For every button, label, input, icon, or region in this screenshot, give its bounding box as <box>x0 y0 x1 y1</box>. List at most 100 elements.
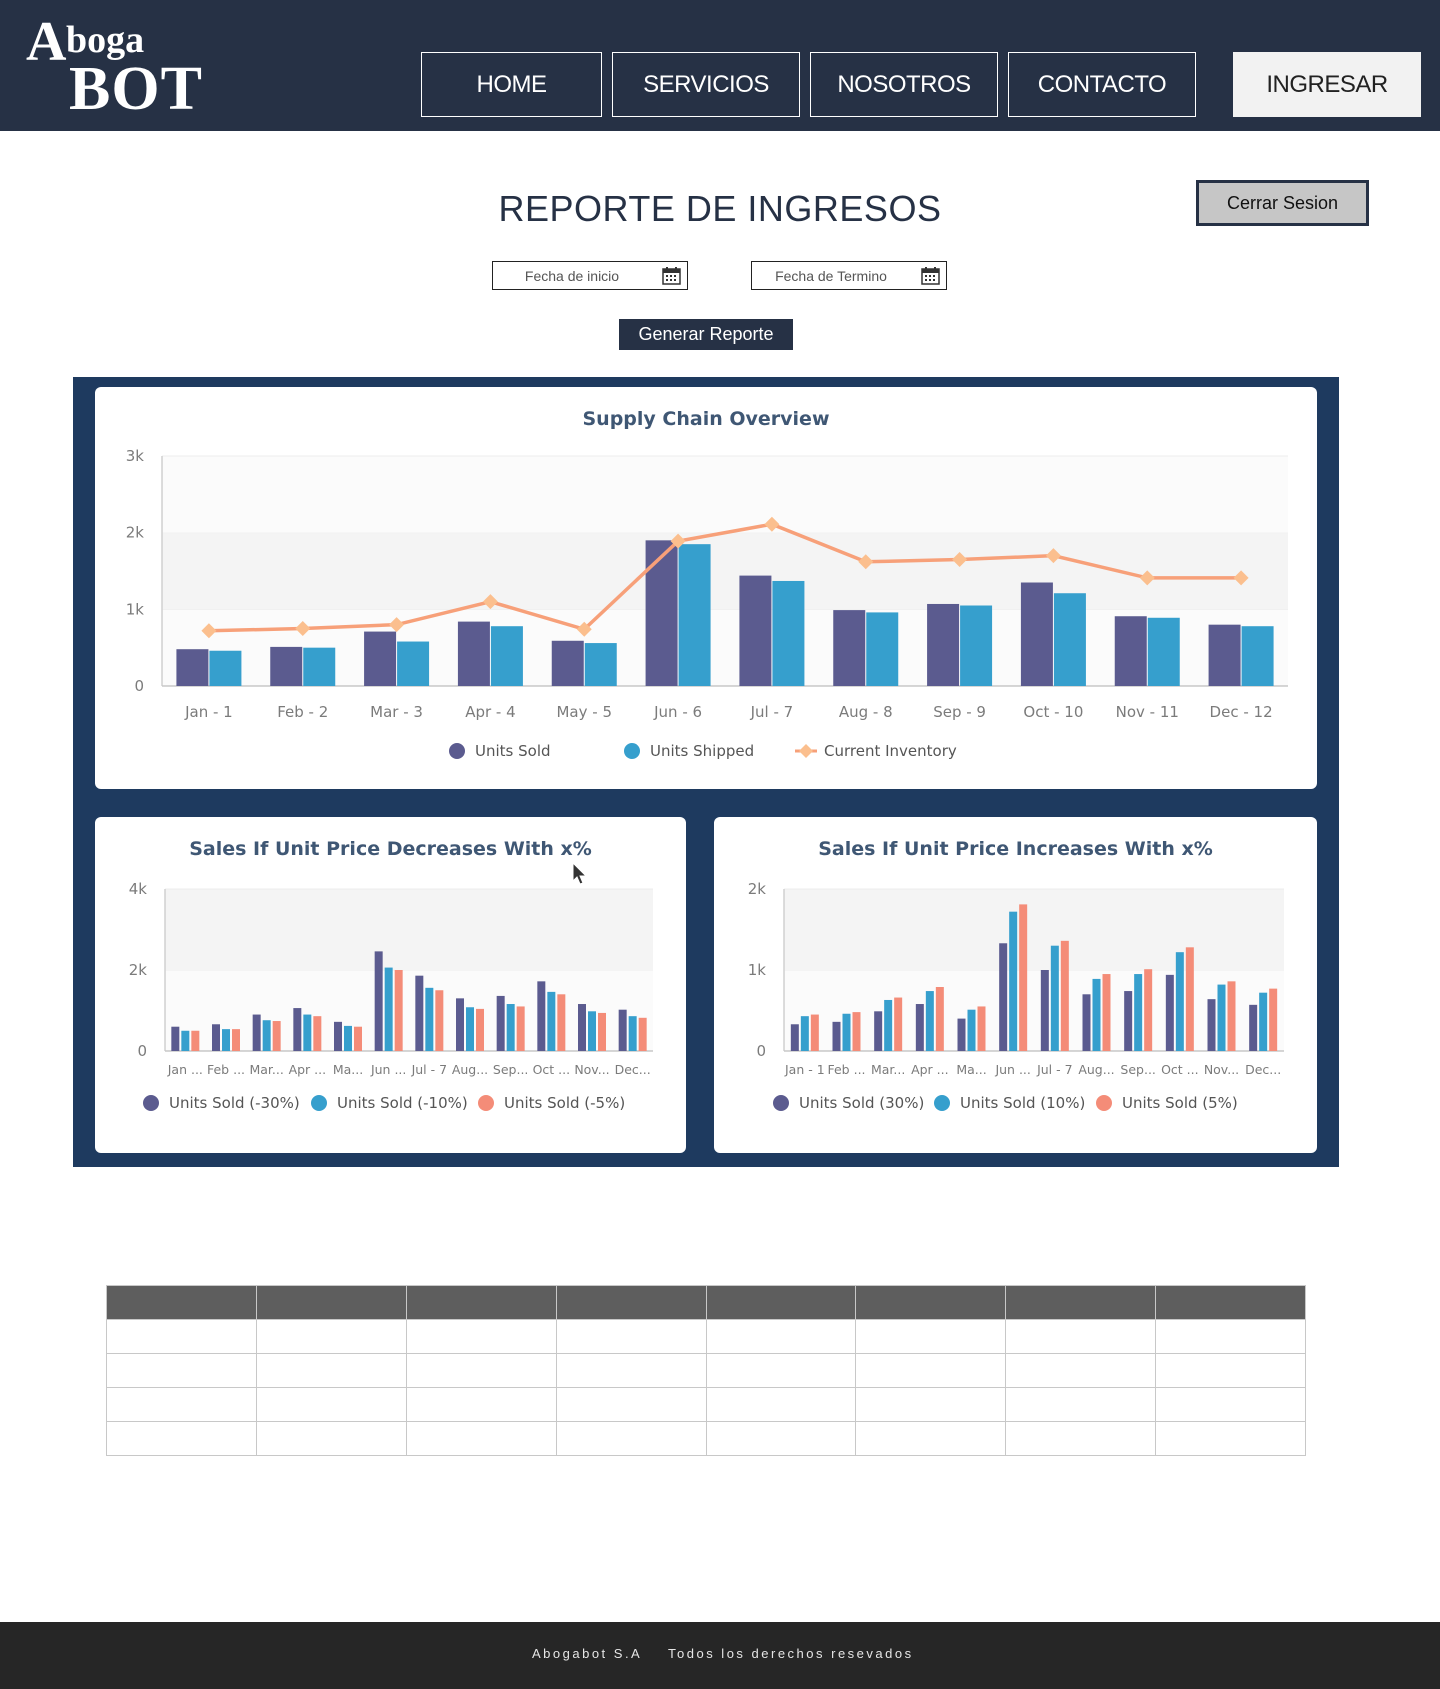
bar <box>1241 626 1274 686</box>
bar <box>232 1029 240 1051</box>
x-tick-label: Jan - 1 <box>184 703 233 721</box>
table-cell <box>1155 1319 1306 1354</box>
bar <box>476 1008 484 1051</box>
bar <box>925 991 934 1051</box>
grid-band <box>162 456 1288 533</box>
bar <box>1259 992 1268 1051</box>
x-tick-label: Jul - 7 <box>750 703 794 721</box>
legend-label: Units Sold (10%) <box>960 1094 1085 1112</box>
table-cell <box>255 1353 407 1388</box>
bar <box>678 544 711 686</box>
end-date-field[interactable]: Fecha de Termino <box>751 261 947 290</box>
bar <box>1175 952 1184 1051</box>
chart-title: Sales If Unit Price Increases With x% <box>818 838 1213 860</box>
x-tick-label: Feb - 2 <box>277 703 328 721</box>
bar <box>884 999 893 1051</box>
bar <box>1144 969 1153 1051</box>
table-cell <box>705 1319 857 1354</box>
bar <box>1217 984 1226 1051</box>
legend-label: Units Sold <box>475 742 551 760</box>
y-tick-label: 0 <box>756 1042 766 1060</box>
legend-marker-diamond <box>799 744 813 758</box>
calendar-icon[interactable] <box>662 266 681 285</box>
table-cell <box>1005 1387 1157 1422</box>
bar <box>1165 974 1174 1051</box>
x-tick-label: Jul - 7 <box>411 1062 448 1077</box>
x-tick-label: Jun ... <box>370 1062 406 1077</box>
calendar-icon[interactable] <box>921 266 940 285</box>
generate-report-button[interactable]: Generar Reporte <box>619 319 793 350</box>
bar <box>1040 970 1049 1051</box>
y-tick-label: 2k <box>129 961 148 979</box>
bar <box>874 1011 883 1051</box>
table-cell <box>1005 1353 1157 1388</box>
bar <box>977 1006 986 1051</box>
end-date-placeholder: Fecha de Termino <box>775 268 887 284</box>
nav-home[interactable]: HOME <box>421 52 602 117</box>
bar <box>1249 1004 1258 1051</box>
nav-servicios[interactable]: SERVICIOS <box>612 52 800 117</box>
bar <box>1147 617 1180 686</box>
table-header-cell <box>106 1285 257 1320</box>
x-tick-label: Oct ... <box>533 1062 571 1077</box>
chart-title: Sales If Unit Price Decreases With x% <box>189 838 592 860</box>
x-tick-label: May - 5 <box>556 703 612 721</box>
nav-nosotros[interactable]: NOSOTROS <box>810 52 998 117</box>
y-tick-label: 2k <box>748 880 767 898</box>
site-footer: Abogabot S.A Todos los derechos resevado… <box>0 1622 1440 1689</box>
table-cell <box>555 1421 707 1456</box>
legend-label: Units Shipped <box>650 742 754 760</box>
table-header-cell <box>555 1285 707 1320</box>
bar <box>772 580 805 686</box>
table-cell <box>255 1421 407 1456</box>
logout-button[interactable]: Cerrar Sesion <box>1196 180 1369 226</box>
x-tick-label: Mar - 3 <box>370 703 423 721</box>
bar <box>1050 945 1059 1051</box>
bar <box>790 1024 799 1051</box>
legend-label: Current Inventory <box>824 742 957 760</box>
bar <box>645 540 678 686</box>
table-cell <box>405 1421 557 1456</box>
x-tick-label: Feb ... <box>207 1062 245 1077</box>
bar <box>1207 999 1216 1051</box>
price-decrease-card: Sales If Unit Price Decreases With x% 0 2k… <box>95 817 686 1153</box>
x-tick-label: Apr ... <box>911 1062 949 1077</box>
legend-marker-dot <box>624 743 640 759</box>
table-cell <box>106 1319 257 1354</box>
bar <box>1020 582 1053 686</box>
table-cell <box>405 1319 557 1354</box>
table-cell <box>705 1387 857 1422</box>
x-tick-label: Ma... <box>956 1062 986 1077</box>
abogabot-logo[interactable]: A boga BOT <box>24 10 202 122</box>
table-header-cell <box>405 1285 557 1320</box>
table-cell <box>855 1421 1007 1456</box>
bar <box>1124 991 1133 1051</box>
table-row <box>106 1421 1306 1456</box>
logo-text-boga: boga <box>66 19 145 61</box>
table-cell <box>255 1319 407 1354</box>
bar <box>852 1012 861 1051</box>
bar <box>425 987 434 1051</box>
table-header-row <box>106 1285 1306 1320</box>
start-date-field[interactable]: Fecha de inicio <box>492 261 688 290</box>
login-button[interactable]: INGRESAR <box>1233 52 1421 117</box>
grid-band <box>165 889 653 970</box>
x-tick-label: Aug - 8 <box>839 703 893 721</box>
x-tick-label: Sep... <box>493 1062 528 1077</box>
table-header-cell <box>255 1285 407 1320</box>
bar <box>557 994 566 1051</box>
bar <box>999 943 1008 1051</box>
x-tick-label: Jul - 7 <box>1036 1062 1073 1077</box>
bar <box>537 981 546 1051</box>
table-cell <box>1155 1387 1306 1422</box>
table-cell <box>555 1319 707 1354</box>
price-increase-chart: Sales If Unit Price Increases With x% 0 1k… <box>748 838 1284 1112</box>
report-table <box>106 1285 1306 1456</box>
bar <box>832 1021 841 1051</box>
x-tick-label: Nov... <box>1204 1062 1239 1077</box>
logo-text-a: A <box>26 11 67 73</box>
legend-marker-dot <box>449 743 465 759</box>
nav-contacto[interactable]: CONTACTO <box>1008 52 1196 117</box>
x-tick-label: Apr - 4 <box>465 703 515 721</box>
table-cell <box>705 1421 857 1456</box>
